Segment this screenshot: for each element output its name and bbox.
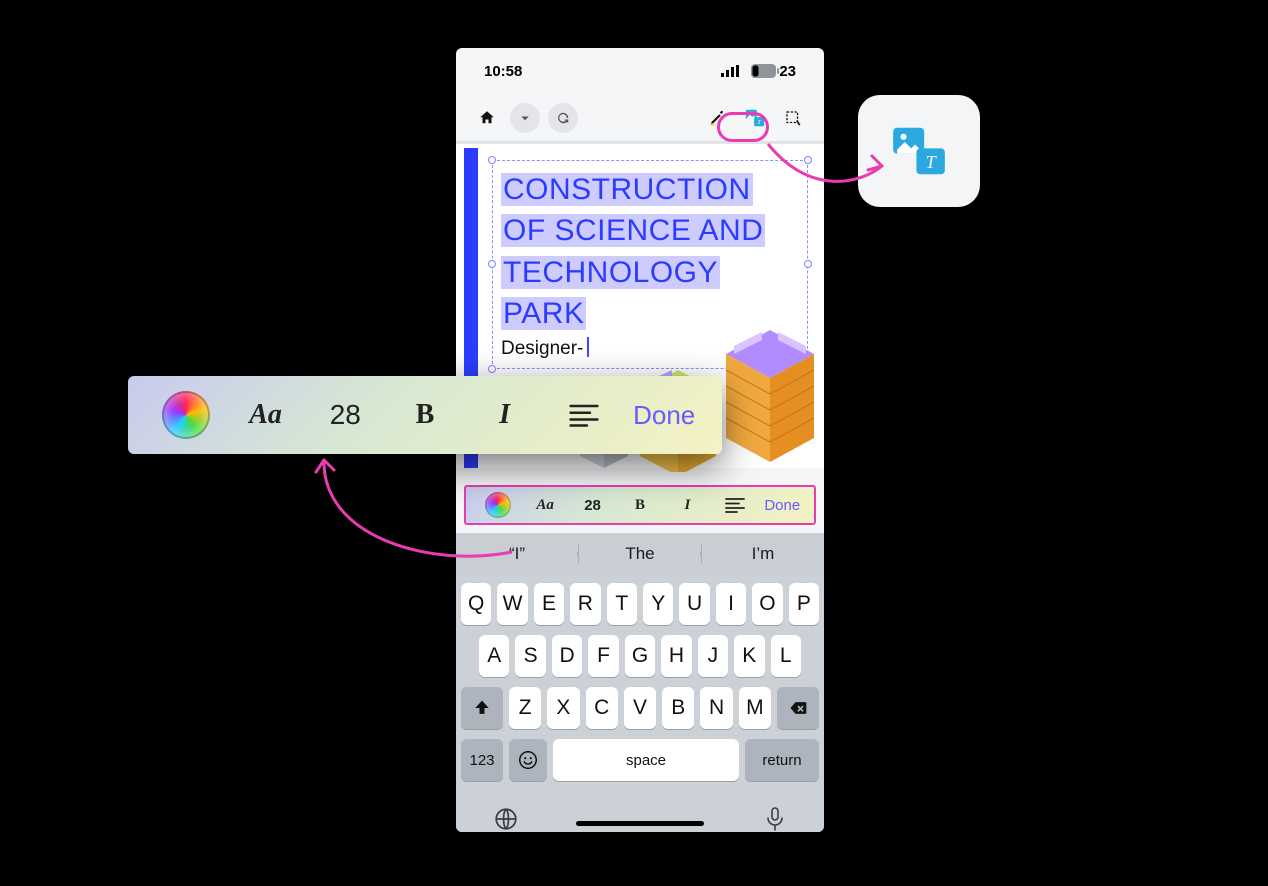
resize-handle[interactable] bbox=[804, 156, 812, 164]
shift-key[interactable] bbox=[461, 687, 503, 729]
battery-icon: 23 bbox=[751, 63, 796, 80]
italic-button[interactable]: I bbox=[664, 497, 711, 514]
key-j[interactable]: J bbox=[698, 635, 728, 677]
key-f[interactable]: F bbox=[588, 635, 618, 677]
keyboard-suggestion-row: “I” The I’m bbox=[456, 533, 824, 575]
key-s[interactable]: S bbox=[515, 635, 545, 677]
home-button[interactable] bbox=[472, 103, 502, 133]
return-key[interactable]: return bbox=[745, 739, 819, 781]
key-x[interactable]: X bbox=[547, 687, 579, 729]
callout-tile: T bbox=[858, 95, 980, 207]
shift-icon bbox=[472, 698, 492, 718]
key-row: QWERTYUIOP bbox=[461, 583, 819, 625]
done-button[interactable]: Done bbox=[759, 497, 806, 514]
italic-button[interactable]: I bbox=[467, 399, 543, 431]
key-e[interactable]: E bbox=[534, 583, 564, 625]
soft-keyboard: QWERTYUIOP ASDFGHJKL ZXCVBNM 123 space r… bbox=[456, 575, 824, 832]
image-text-icon: T bbox=[888, 120, 950, 182]
key-q[interactable]: Q bbox=[461, 583, 491, 625]
cell-signal-icon bbox=[721, 65, 739, 77]
key-h[interactable]: H bbox=[661, 635, 691, 677]
undo-button[interactable] bbox=[548, 103, 578, 133]
key-c[interactable]: C bbox=[586, 687, 618, 729]
highlighter-button[interactable] bbox=[702, 103, 732, 133]
color-wheel-icon bbox=[162, 391, 210, 439]
align-left-icon bbox=[569, 403, 599, 427]
key-o[interactable]: O bbox=[752, 583, 782, 625]
globe-icon bbox=[493, 806, 519, 832]
bold-button[interactable]: B bbox=[616, 497, 663, 514]
globe-key[interactable] bbox=[493, 806, 519, 833]
font-size-button[interactable]: 28 bbox=[569, 497, 616, 514]
format-toolbar-zoom: Aa 28 B I Done bbox=[128, 376, 722, 454]
align-button[interactable] bbox=[547, 403, 623, 427]
bold-button[interactable]: B bbox=[387, 399, 463, 431]
key-d[interactable]: D bbox=[552, 635, 582, 677]
color-picker-button[interactable] bbox=[474, 492, 521, 518]
space-key[interactable]: space bbox=[553, 739, 739, 781]
key-y[interactable]: Y bbox=[643, 583, 673, 625]
backspace-icon bbox=[788, 698, 808, 718]
lasso-button[interactable] bbox=[778, 103, 808, 133]
key-row: 123 space return bbox=[461, 739, 819, 781]
backspace-key[interactable] bbox=[777, 687, 819, 729]
emoji-icon bbox=[517, 749, 539, 771]
color-picker-button[interactable] bbox=[148, 391, 224, 439]
resize-handle[interactable] bbox=[488, 365, 496, 373]
font-family-button[interactable]: Aa bbox=[521, 497, 568, 514]
key-z[interactable]: Z bbox=[509, 687, 541, 729]
key-row: ASDFGHJKL bbox=[461, 635, 819, 677]
key-a[interactable]: A bbox=[479, 635, 509, 677]
align-button[interactable] bbox=[711, 497, 758, 513]
key-u[interactable]: U bbox=[679, 583, 709, 625]
key-r[interactable]: R bbox=[570, 583, 600, 625]
suggestion-3[interactable]: I’m bbox=[702, 544, 824, 564]
align-left-icon bbox=[725, 497, 745, 513]
key-i[interactable]: I bbox=[716, 583, 746, 625]
emoji-key[interactable] bbox=[509, 739, 547, 781]
app-toolbar: T bbox=[456, 94, 824, 142]
clock: 10:58 bbox=[484, 63, 522, 80]
done-button[interactable]: Done bbox=[626, 400, 702, 431]
resize-handle[interactable] bbox=[488, 260, 496, 268]
status-bar: 10:58 23 bbox=[456, 48, 824, 94]
key-row: ZXCVBNM bbox=[461, 687, 819, 729]
battery-percent: 23 bbox=[779, 63, 796, 80]
key-p[interactable]: P bbox=[789, 583, 819, 625]
image-text-mode-button[interactable]: T bbox=[740, 103, 770, 133]
resize-handle[interactable] bbox=[488, 156, 496, 164]
resize-handle[interactable] bbox=[804, 260, 812, 268]
color-wheel-icon bbox=[485, 492, 511, 518]
key-v[interactable]: V bbox=[624, 687, 656, 729]
expand-button[interactable] bbox=[510, 103, 540, 133]
numbers-key[interactable]: 123 bbox=[461, 739, 503, 781]
doc-title[interactable]: CONSTRUCTION OF SCIENCE AND TECHNOLOGY P… bbox=[501, 169, 799, 335]
key-m[interactable]: M bbox=[739, 687, 771, 729]
mic-icon bbox=[763, 806, 787, 832]
key-n[interactable]: N bbox=[700, 687, 732, 729]
suggestion-2[interactable]: The bbox=[579, 544, 702, 564]
key-g[interactable]: G bbox=[625, 635, 655, 677]
suggestion-1[interactable]: “I” bbox=[456, 544, 579, 564]
key-b[interactable]: B bbox=[662, 687, 694, 729]
key-w[interactable]: W bbox=[497, 583, 527, 625]
dictation-key[interactable] bbox=[763, 806, 787, 833]
font-size-button[interactable]: 28 bbox=[307, 399, 383, 431]
format-toolbar: Aa 28 B I Done bbox=[464, 485, 816, 525]
home-indicator bbox=[576, 821, 704, 826]
font-family-button[interactable]: Aa bbox=[228, 399, 304, 431]
svg-text:T: T bbox=[757, 118, 761, 125]
key-k[interactable]: K bbox=[734, 635, 764, 677]
key-l[interactable]: L bbox=[771, 635, 801, 677]
key-t[interactable]: T bbox=[607, 583, 637, 625]
